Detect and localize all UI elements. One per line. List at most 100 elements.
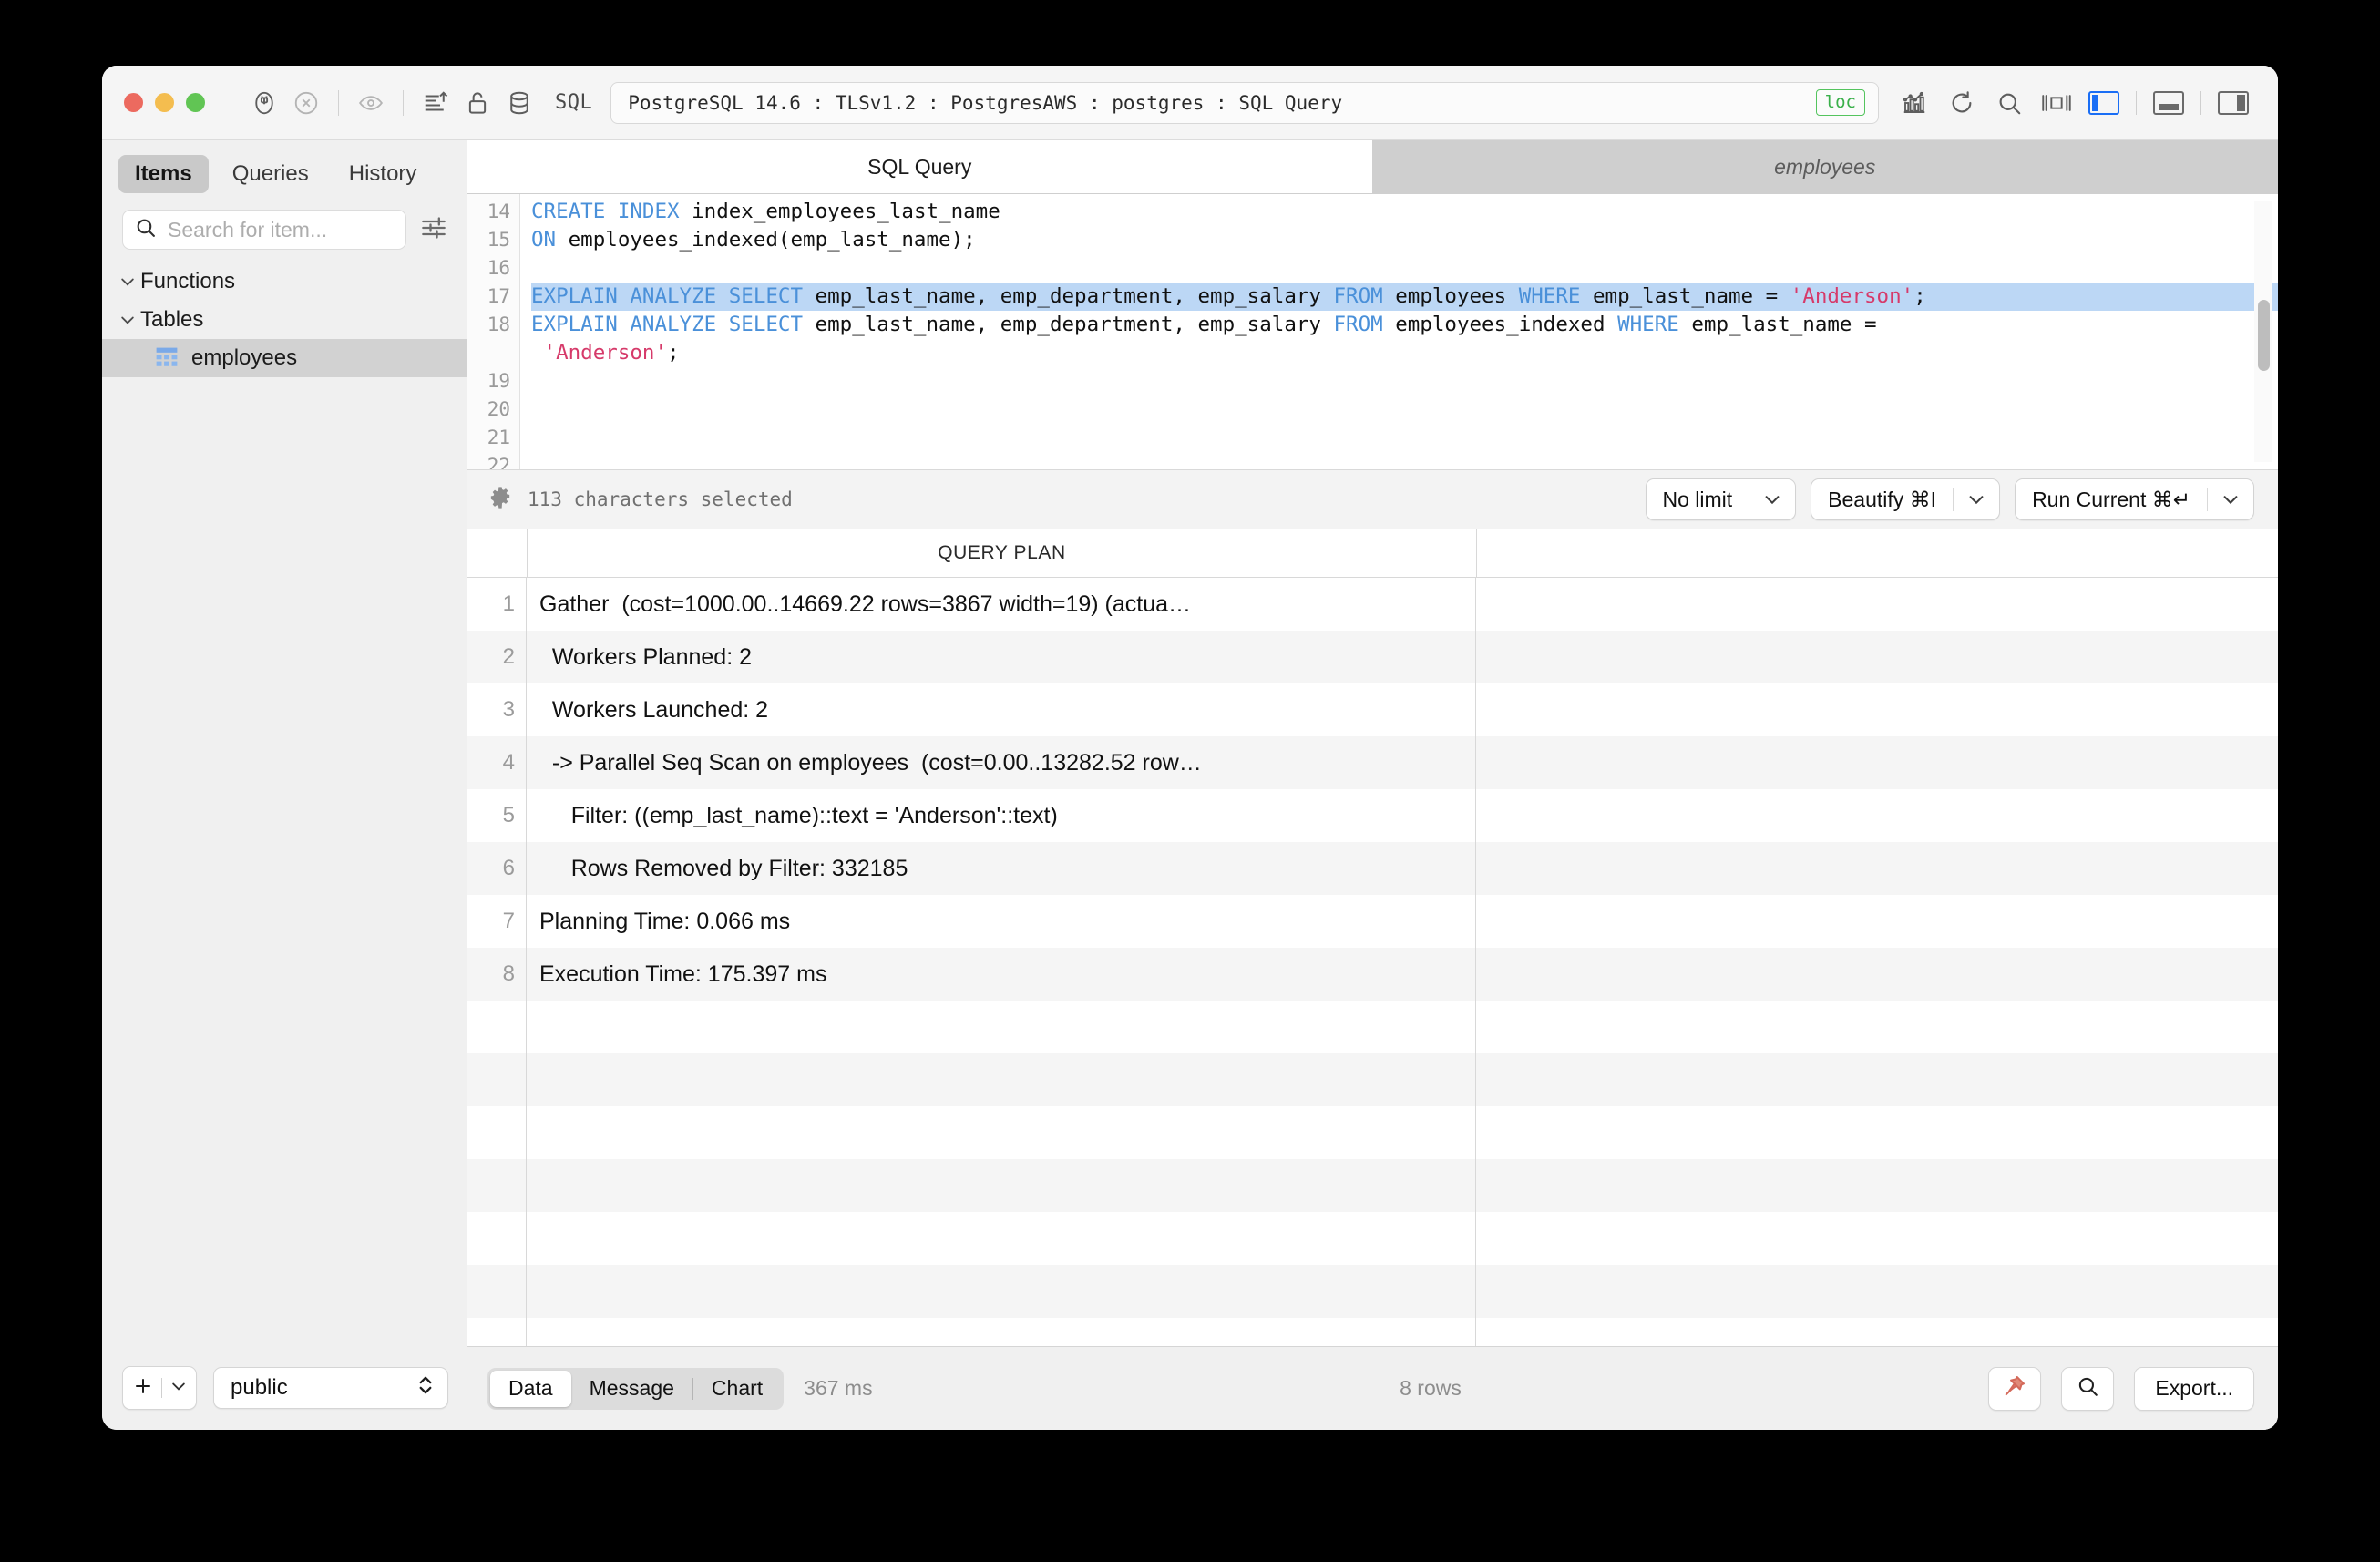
code-line[interactable] bbox=[531, 396, 2278, 424]
table-row[interactable]: 4 -> Parallel Seq Scan on employees (cos… bbox=[467, 736, 2278, 789]
sidebar-tab-history[interactable]: History bbox=[333, 155, 434, 193]
cell-query-plan[interactable]: Filter: ((emp_last_name)::text = 'Anders… bbox=[527, 789, 1476, 842]
table-row[interactable]: 5 Filter: ((emp_last_name)::text = 'Ande… bbox=[467, 789, 2278, 842]
results-search-button[interactable] bbox=[2061, 1366, 2115, 1411]
search-icon[interactable] bbox=[1988, 82, 2030, 124]
disconnect-icon[interactable] bbox=[285, 82, 327, 124]
cell-empty[interactable] bbox=[1476, 683, 2278, 736]
chart-icon[interactable] bbox=[1893, 82, 1935, 124]
cell-empty[interactable] bbox=[1476, 631, 2278, 683]
status-bar: Data Message Chart 367 ms 8 rows Export.… bbox=[467, 1346, 2278, 1430]
code-line[interactable] bbox=[531, 452, 2278, 469]
chevron-down-icon[interactable] bbox=[1954, 479, 1999, 519]
code-line[interactable]: EXPLAIN ANALYZE SELECT emp_last_name, em… bbox=[531, 283, 2278, 311]
tab-employees[interactable]: employees bbox=[1372, 140, 2278, 193]
editor-scrollbar[interactable] bbox=[2254, 201, 2272, 462]
connection-field[interactable]: PostgreSQL 14.6 : TLSv1.2 : PostgresAWS … bbox=[610, 81, 1879, 124]
sidebar-tab-queries[interactable]: Queries bbox=[216, 155, 325, 193]
main-panel: SQL Query employees 14 15 16 17 18 19 20 21 22 C… bbox=[467, 140, 2278, 1430]
refresh-icon[interactable] bbox=[1941, 82, 1983, 124]
filter-settings-icon[interactable] bbox=[419, 215, 448, 245]
code-line[interactable]: ON employees_indexed(emp_last_name); bbox=[531, 226, 2278, 254]
code-line[interactable] bbox=[531, 424, 2278, 452]
table-row[interactable]: 8 Execution Time: 175.397 ms bbox=[467, 948, 2278, 1001]
cell-query-plan[interactable]: Execution Time: 175.397 ms bbox=[527, 948, 1476, 1001]
left-panel-toggle[interactable] bbox=[2083, 86, 2125, 120]
right-panel-toggle[interactable] bbox=[2212, 86, 2254, 120]
code-line[interactable]: CREATE INDEX index_employees_last_name bbox=[531, 198, 2278, 226]
cell-query-plan[interactable]: Workers Launched: 2 bbox=[527, 683, 1476, 736]
tree-item-employees[interactable]: employees bbox=[102, 339, 467, 377]
segment-data[interactable]: Data bbox=[490, 1370, 571, 1407]
eye-icon[interactable] bbox=[350, 82, 392, 124]
beautify-button[interactable]: Beautify ⌘I bbox=[1811, 478, 2001, 520]
main-body: Items Queries History Search for item...… bbox=[102, 140, 2278, 1430]
cell-query-plan bbox=[527, 1265, 1476, 1318]
cell-empty[interactable] bbox=[1476, 736, 2278, 789]
chevron-down-icon[interactable] bbox=[1749, 479, 1795, 519]
editor-code[interactable]: CREATE INDEX index_employees_last_name ON… bbox=[520, 194, 2278, 469]
row-limit-button[interactable]: No limit bbox=[1645, 478, 1797, 520]
unlock-icon[interactable] bbox=[457, 82, 498, 124]
editor-scrollbar-thumb[interactable] bbox=[2258, 300, 2270, 371]
cell-query-plan[interactable]: Rows Removed by Filter: 332185 bbox=[527, 842, 1476, 895]
cell-empty[interactable] bbox=[1476, 842, 2278, 895]
cell-empty[interactable] bbox=[1476, 895, 2278, 948]
toolbar-divider bbox=[338, 89, 339, 116]
gutter-line-number: 16 bbox=[487, 257, 510, 279]
add-object-button[interactable] bbox=[122, 1366, 197, 1410]
search-box[interactable] bbox=[122, 210, 406, 250]
table-row[interactable]: 2 Workers Planned: 2 bbox=[467, 631, 2278, 683]
cell-query-plan[interactable]: Workers Planned: 2 bbox=[527, 631, 1476, 683]
maximize-window-button[interactable] bbox=[186, 93, 205, 112]
cell-empty[interactable] bbox=[1476, 578, 2278, 631]
code-line[interactable] bbox=[531, 367, 2278, 396]
cell-query-plan[interactable]: -> Parallel Seq Scan on employees (cost=… bbox=[527, 736, 1476, 789]
code-line[interactable] bbox=[531, 254, 2278, 283]
sql-keyword: EXPLAIN ANALYZE SELECT bbox=[531, 284, 804, 308]
search-input[interactable] bbox=[166, 216, 395, 243]
cell-query-plan[interactable]: Planning Time: 0.066 ms bbox=[527, 895, 1476, 948]
tree-group-tables[interactable]: Tables bbox=[102, 301, 467, 339]
sort-ascending-icon[interactable] bbox=[415, 82, 457, 124]
results-body[interactable]: 1 Gather (cost=1000.00..14669.22 rows=386… bbox=[467, 578, 2278, 1346]
tree-label: employees bbox=[191, 345, 298, 370]
sql-text: employees_indexed bbox=[1382, 313, 1618, 336]
minimize-window-button[interactable] bbox=[155, 93, 174, 112]
segment-message[interactable]: Message bbox=[571, 1371, 692, 1407]
expand-horizontal-icon[interactable] bbox=[2036, 82, 2077, 124]
plug-icon[interactable] bbox=[243, 82, 285, 124]
row-number bbox=[467, 1159, 527, 1212]
row-number: 1 bbox=[467, 578, 527, 631]
close-window-button[interactable] bbox=[124, 93, 143, 112]
code-line[interactable]: 'Anderson'; bbox=[531, 339, 2278, 367]
code-line[interactable]: EXPLAIN ANALYZE SELECT emp_last_name, em… bbox=[531, 311, 2278, 339]
table-row[interactable]: 1 Gather (cost=1000.00..14669.22 rows=386… bbox=[467, 578, 2278, 631]
column-header-empty[interactable] bbox=[1477, 529, 2278, 577]
pin-button[interactable] bbox=[1988, 1366, 2042, 1411]
segment-chart[interactable]: Chart bbox=[693, 1371, 781, 1407]
cell-query-plan[interactable]: Gather (cost=1000.00..14669.22 rows=3867… bbox=[527, 578, 1476, 631]
chevron-down-icon[interactable] bbox=[2208, 479, 2253, 519]
table-row[interactable]: 6 Rows Removed by Filter: 332185 bbox=[467, 842, 2278, 895]
column-header-query-plan[interactable]: QUERY PLAN bbox=[528, 529, 1477, 577]
schema-value: public bbox=[231, 1375, 288, 1400]
sql-editor[interactable]: 14 15 16 17 18 19 20 21 22 CREATE INDEX index_em… bbox=[467, 194, 2278, 469]
schema-select[interactable]: public bbox=[213, 1367, 448, 1409]
database-icon[interactable] bbox=[498, 82, 540, 124]
sidebar-tab-items[interactable]: Items bbox=[118, 155, 209, 193]
cell-empty[interactable] bbox=[1476, 948, 2278, 1001]
table-row[interactable]: 7 Planning Time: 0.066 ms bbox=[467, 895, 2278, 948]
bottom-panel-toggle[interactable] bbox=[2148, 86, 2190, 120]
gutter-line-number: 14 bbox=[487, 200, 510, 222]
run-current-button[interactable]: Run Current ⌘↵ bbox=[2015, 478, 2254, 520]
export-button[interactable]: Export... bbox=[2134, 1366, 2255, 1411]
gear-icon[interactable] bbox=[487, 485, 513, 515]
sql-text: index_employees_last_name bbox=[679, 200, 1000, 223]
tab-sql-query[interactable]: SQL Query bbox=[467, 140, 1373, 193]
tree-group-functions[interactable]: Functions bbox=[102, 262, 467, 301]
cell-empty[interactable] bbox=[1476, 789, 2278, 842]
cell-empty bbox=[1476, 1159, 2278, 1212]
table-row[interactable]: 3 Workers Launched: 2 bbox=[467, 683, 2278, 736]
